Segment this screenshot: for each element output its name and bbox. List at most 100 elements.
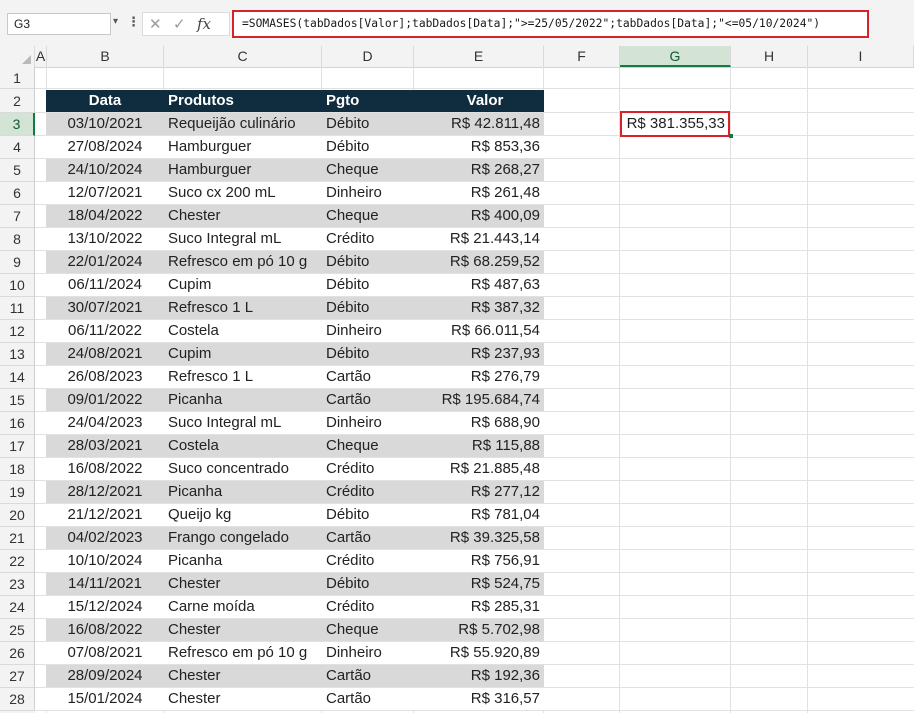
cell-data[interactable]: 24/04/2023 [46, 412, 164, 434]
cell-valor[interactable]: R$ 756,91 [426, 550, 540, 572]
cell-produto[interactable]: Suco concentrado [168, 458, 322, 480]
cell-data[interactable]: 24/08/2021 [46, 343, 164, 365]
cell-data[interactable]: 30/07/2021 [46, 297, 164, 319]
row-header-23[interactable]: 23 [0, 573, 35, 596]
row-header-17[interactable]: 17 [0, 435, 35, 458]
cell-produto[interactable]: Chester [168, 619, 322, 641]
cell-valor[interactable]: R$ 237,93 [426, 343, 540, 365]
header-valor[interactable]: Valor [426, 90, 544, 112]
cell-valor[interactable]: R$ 853,36 [426, 136, 540, 158]
column-header-h[interactable]: H [731, 46, 808, 67]
cell-produto[interactable]: Requeijão culinário [168, 113, 322, 135]
cancel-icon[interactable]: ✕ [149, 15, 162, 33]
cell-pgto[interactable]: Cheque [326, 619, 426, 641]
row-header-9[interactable]: 9 [0, 251, 35, 274]
worksheet-grid[interactable]: Data Produtos Pgto Valor 03/10/2021 Requeijão… [35, 67, 914, 713]
more-options-icon[interactable]: ⋮ [127, 14, 140, 30]
cell-pgto[interactable]: Débito [326, 136, 426, 158]
row-header-28[interactable]: 28 [0, 688, 35, 711]
cell-valor[interactable]: R$ 192,36 [426, 665, 540, 687]
cell-produto[interactable]: Picanha [168, 481, 322, 503]
row-header-4[interactable]: 4 [0, 136, 35, 159]
column-header-a[interactable]: A [35, 46, 47, 67]
row-header-5[interactable]: 5 [0, 159, 35, 182]
cell-produto[interactable]: Picanha [168, 389, 322, 411]
row-header-11[interactable]: 11 [0, 297, 35, 320]
cell-pgto[interactable]: Débito [326, 504, 426, 526]
cell-data[interactable]: 22/01/2024 [46, 251, 164, 273]
row-header-19[interactable]: 19 [0, 481, 35, 504]
cell-valor[interactable]: R$ 387,32 [426, 297, 540, 319]
cell-pgto[interactable]: Dinheiro [326, 412, 426, 434]
cell-data[interactable]: 26/08/2023 [46, 366, 164, 388]
cell-valor[interactable]: R$ 524,75 [426, 573, 540, 595]
cell-pgto[interactable]: Crédito [326, 458, 426, 480]
cell-data[interactable]: 14/11/2021 [46, 573, 164, 595]
cell-pgto[interactable]: Dinheiro [326, 642, 426, 664]
cell-produto[interactable]: Cupim [168, 274, 322, 296]
cell-produto[interactable]: Refresco em pó 10 g [168, 642, 322, 664]
row-header-1[interactable]: 1 [0, 67, 35, 89]
cell-valor[interactable]: R$ 39.325,58 [426, 527, 540, 549]
chevron-down-icon[interactable]: ▾ [113, 16, 118, 27]
cell-produto[interactable]: Refresco 1 L [168, 297, 322, 319]
cell-data[interactable]: 15/12/2024 [46, 596, 164, 618]
cell-produto[interactable]: Chester [168, 688, 322, 710]
cell-produto[interactable]: Suco cx 200 mL [168, 182, 322, 204]
cell-pgto[interactable]: Débito [326, 274, 426, 296]
cell-data[interactable]: 03/10/2021 [46, 113, 164, 135]
row-header-27[interactable]: 27 [0, 665, 35, 688]
cell-produto[interactable]: Carne moída [168, 596, 322, 618]
fill-handle[interactable] [729, 134, 733, 138]
cell-produto[interactable]: Frango congelado [168, 527, 322, 549]
cell-valor[interactable]: R$ 55.920,89 [426, 642, 540, 664]
row-header-13[interactable]: 13 [0, 343, 35, 366]
cell-produto[interactable]: Chester [168, 665, 322, 687]
row-header-7[interactable]: 7 [0, 205, 35, 228]
cell-data[interactable]: 28/12/2021 [46, 481, 164, 503]
cell-valor[interactable]: R$ 66.011,54 [426, 320, 540, 342]
row-header-12[interactable]: 12 [0, 320, 35, 343]
cell-valor[interactable]: R$ 316,57 [426, 688, 540, 710]
column-header-b[interactable]: B [47, 46, 164, 67]
row-header-18[interactable]: 18 [0, 458, 35, 481]
row-header-26[interactable]: 26 [0, 642, 35, 665]
row-header-15[interactable]: 15 [0, 389, 35, 412]
cell-valor[interactable]: R$ 68.259,52 [426, 251, 540, 273]
cell-data[interactable]: 28/03/2021 [46, 435, 164, 457]
enter-check-icon[interactable]: ✓ [173, 15, 186, 33]
header-produto[interactable]: Produtos [168, 90, 322, 112]
cell-produto[interactable]: Costela [168, 320, 322, 342]
result-cell-g3[interactable]: R$ 381.355,33 [620, 111, 730, 137]
row-header-25[interactable]: 25 [0, 619, 35, 642]
cell-valor[interactable]: R$ 195.684,74 [426, 389, 540, 411]
column-header-d[interactable]: D [322, 46, 414, 67]
cell-pgto[interactable]: Débito [326, 343, 426, 365]
cell-valor[interactable]: R$ 21.443,14 [426, 228, 540, 250]
cell-data[interactable]: 06/11/2022 [46, 320, 164, 342]
row-header-22[interactable]: 22 [0, 550, 35, 573]
cell-produto[interactable]: Hamburguer [168, 136, 322, 158]
column-header-e[interactable]: E [414, 46, 544, 67]
cell-data[interactable]: 28/09/2024 [46, 665, 164, 687]
cell-valor[interactable]: R$ 268,27 [426, 159, 540, 181]
cell-data[interactable]: 16/08/2022 [46, 458, 164, 480]
cell-pgto[interactable]: Débito [326, 251, 426, 273]
cell-pgto[interactable]: Dinheiro [326, 320, 426, 342]
cell-data[interactable]: 16/08/2022 [46, 619, 164, 641]
cell-data[interactable]: 06/11/2024 [46, 274, 164, 296]
cell-valor[interactable]: R$ 487,63 [426, 274, 540, 296]
cell-data[interactable]: 18/04/2022 [46, 205, 164, 227]
cell-pgto[interactable]: Crédito [326, 550, 426, 572]
cell-data[interactable]: 21/12/2021 [46, 504, 164, 526]
cell-valor[interactable]: R$ 21.885,48 [426, 458, 540, 480]
cell-data[interactable]: 15/01/2024 [46, 688, 164, 710]
insert-function-icon[interactable]: fx [197, 15, 211, 33]
row-header-3[interactable]: 3 [0, 113, 35, 136]
cell-valor[interactable]: R$ 261,48 [426, 182, 540, 204]
column-header-i[interactable]: I [808, 46, 914, 67]
cell-pgto[interactable]: Crédito [326, 481, 426, 503]
cell-produto[interactable]: Suco Integral mL [168, 228, 322, 250]
name-box[interactable]: G3 [7, 13, 111, 35]
cell-pgto[interactable]: Crédito [326, 596, 426, 618]
